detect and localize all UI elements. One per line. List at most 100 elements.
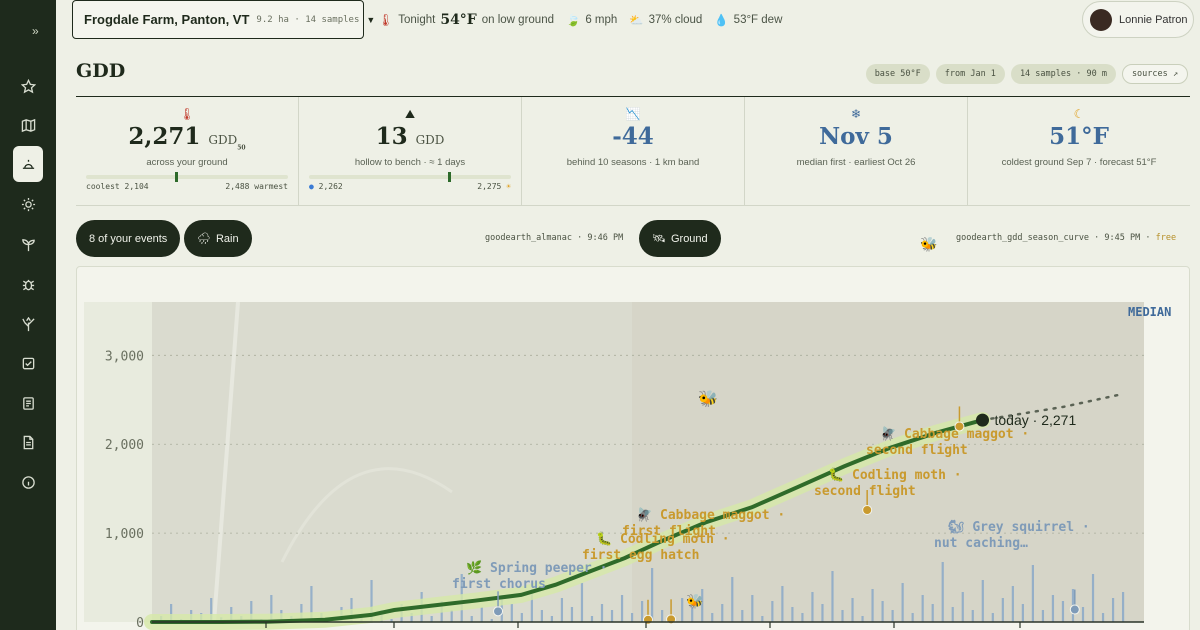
rain-bar: [1011, 586, 1014, 622]
rain-bar: [971, 610, 974, 622]
stats-row: 🌡 2,271 GDD50 across your ground coolest…: [76, 96, 1190, 206]
favorites-star-icon[interactable]: [14, 72, 42, 100]
rain-bar: [560, 598, 564, 622]
rain-bar: [661, 610, 664, 622]
rain-bar: [731, 577, 734, 622]
events-toggle[interactable]: 8 of your events: [76, 220, 181, 257]
rain-bar: [620, 595, 624, 622]
rain-bar: [741, 610, 744, 622]
cold-icon: ●: [309, 182, 314, 191]
user-menu[interactable]: Lonnie Patron: [1082, 1, 1194, 38]
stat-value: -44: [612, 123, 654, 150]
rain-bar: [961, 592, 964, 622]
rain-bar: [640, 601, 644, 622]
stat-label: across your ground: [146, 157, 228, 168]
event-label: 🐿 Grey squirrel ·: [948, 519, 1090, 535]
sun-icon[interactable]: [14, 190, 42, 218]
ground-icon: 🛰: [652, 233, 666, 245]
gdd-season-chart[interactable]: 01,0002,0003,000today · 2,271🌿 Spring pe…: [76, 266, 1190, 630]
sprout-icon[interactable]: [14, 230, 42, 258]
rain-bar: [1111, 598, 1115, 622]
rain-bar: [1081, 607, 1085, 622]
stat-total-gdd: 🌡 2,271 GDD50 across your ground coolest…: [76, 97, 299, 205]
today-label: today · 2,271: [995, 412, 1077, 428]
rain-cloud-icon: 🌧: [197, 233, 211, 245]
bee-icon: 🐝: [698, 390, 718, 408]
rain-bar: [881, 601, 884, 622]
rain-bar: [951, 607, 954, 622]
expand-sidebar-icon[interactable]: »: [32, 24, 39, 38]
rain-bar: [1041, 610, 1045, 622]
farm-selector[interactable]: Frogdale Farm, Panton, VT 9.2 ha · 14 sa…: [72, 0, 375, 39]
rain-toggle[interactable]: 🌧 Rain: [184, 220, 252, 257]
event-label: 🪰 Cabbage maggot ·: [880, 426, 1029, 442]
stat-value: Nov 5: [819, 123, 893, 150]
rain-bar: [450, 610, 453, 622]
thermometer-icon: 🌡: [378, 12, 394, 27]
chevron-down-icon: ▼: [366, 14, 376, 25]
y-tick-label: 0: [136, 616, 144, 630]
rain-bar: [630, 613, 634, 622]
rain-bar: [791, 607, 794, 622]
stat-label: median first · earliest Oct 26: [796, 157, 916, 168]
stat-label: hollow to bench · ≈ 1 days: [354, 157, 466, 168]
rain-bar: [681, 598, 684, 622]
rain-bar: [801, 613, 804, 622]
events-label: 8 of your events: [89, 232, 168, 245]
rain-bar: [751, 595, 754, 622]
tonight-prefix: Tonight: [398, 13, 436, 26]
mountain-icon: ⛰: [404, 107, 416, 121]
weed-icon[interactable]: [14, 310, 42, 338]
rain-bar: [550, 616, 554, 622]
farm-name: Frogdale Farm, Panton, VT: [84, 12, 250, 27]
rain-bar: [901, 583, 904, 622]
rain-bar: [540, 610, 543, 622]
weather-strip: 🌡 Tonight 54°F on low ground 🍃 6 mph ⛅ 3…: [378, 0, 782, 39]
base-temp-pill[interactable]: base 50°F: [865, 64, 930, 84]
y-tick-label: 3,000: [105, 349, 144, 364]
rain-bar: [781, 586, 784, 622]
cloud-value: 37% cloud: [648, 13, 703, 26]
rain-bar: [821, 604, 824, 622]
checklist-icon[interactable]: [14, 349, 42, 377]
bug-icon[interactable]: [14, 270, 42, 298]
stat-first-frost: ❄ Nov 5 median first · earliest Oct 26: [745, 97, 968, 205]
event-marker: [643, 614, 653, 625]
rain-bar: [921, 595, 924, 622]
tonight-temp: 54°F: [440, 11, 477, 28]
rain-bar: [1091, 574, 1095, 622]
start-date-pill[interactable]: from Jan 1: [935, 64, 1005, 84]
trend-down-icon: 📉: [625, 107, 641, 121]
event-label: 🐛 Codling moth ·: [596, 531, 730, 547]
event-marker: [493, 606, 504, 617]
y-tick-label: 1,000: [105, 527, 144, 542]
info-icon[interactable]: [14, 468, 42, 496]
rain-bar: [721, 604, 724, 622]
rain-bar: [691, 607, 694, 622]
event-label-detail: first egg hatch: [582, 548, 699, 563]
tonight-suffix: on low ground: [481, 13, 554, 26]
gdd-active-icon[interactable]: [13, 146, 43, 182]
moon-icon: ☾: [1073, 107, 1085, 121]
ground-toggle[interactable]: 🛰 Ground: [639, 220, 721, 257]
rain-bar: [1061, 601, 1065, 622]
rain-bar: [931, 604, 934, 622]
rain-bar: [711, 613, 714, 622]
event-label-detail: nut caching…: [934, 536, 1028, 551]
rain-bar: [570, 607, 574, 622]
rain-bar: [991, 613, 994, 622]
median-label: MEDIAN: [1128, 305, 1172, 319]
map-icon[interactable]: [14, 111, 42, 139]
snowflake-icon: ❄: [850, 107, 862, 121]
samples-pill[interactable]: 14 samples · 90 m: [1010, 64, 1116, 84]
rain-bar: [1101, 613, 1105, 622]
report-icon[interactable]: [14, 428, 42, 456]
log-icon[interactable]: [14, 389, 42, 417]
ground-label: Ground: [670, 232, 708, 245]
rain-bar: [480, 607, 483, 622]
sources-link[interactable]: sources ↗: [1121, 64, 1188, 84]
rain-bar: [871, 589, 874, 622]
rain-bar: [861, 616, 864, 622]
rain-bar: [941, 562, 944, 622]
event-marker: [1069, 604, 1080, 615]
